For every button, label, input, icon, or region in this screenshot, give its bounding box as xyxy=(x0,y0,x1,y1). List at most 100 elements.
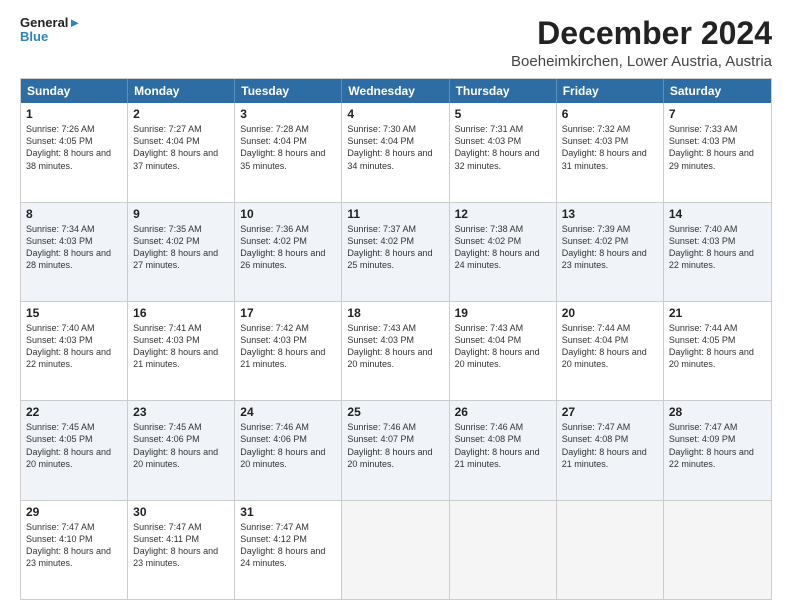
day-number: 19 xyxy=(455,306,551,320)
calendar-header: SundayMondayTuesdayWednesdayThursdayFrid… xyxy=(21,79,771,103)
main-title: December 2024 xyxy=(511,16,772,51)
calendar-row: 15 Sunrise: 7:40 AM Sunset: 4:03 PM Dayl… xyxy=(21,301,771,400)
calendar-header-day: Monday xyxy=(128,79,235,103)
cell-info: Sunrise: 7:43 AM Sunset: 4:03 PM Dayligh… xyxy=(347,322,443,371)
calendar-cell: 28 Sunrise: 7:47 AM Sunset: 4:09 PM Dayl… xyxy=(664,401,771,499)
day-number: 22 xyxy=(26,405,122,419)
day-number: 23 xyxy=(133,405,229,419)
cell-info: Sunrise: 7:47 AM Sunset: 4:09 PM Dayligh… xyxy=(669,421,766,470)
day-number: 25 xyxy=(347,405,443,419)
cell-info: Sunrise: 7:31 AM Sunset: 4:03 PM Dayligh… xyxy=(455,123,551,172)
calendar-header-day: Saturday xyxy=(664,79,771,103)
calendar-cell: 24 Sunrise: 7:46 AM Sunset: 4:06 PM Dayl… xyxy=(235,401,342,499)
day-number: 15 xyxy=(26,306,122,320)
calendar-header-day: Thursday xyxy=(450,79,557,103)
day-number: 31 xyxy=(240,505,336,519)
cell-info: Sunrise: 7:32 AM Sunset: 4:03 PM Dayligh… xyxy=(562,123,658,172)
cell-info: Sunrise: 7:45 AM Sunset: 4:06 PM Dayligh… xyxy=(133,421,229,470)
calendar-cell: 9 Sunrise: 7:35 AM Sunset: 4:02 PM Dayli… xyxy=(128,203,235,301)
calendar-cell: 17 Sunrise: 7:42 AM Sunset: 4:03 PM Dayl… xyxy=(235,302,342,400)
cell-info: Sunrise: 7:33 AM Sunset: 4:03 PM Dayligh… xyxy=(669,123,766,172)
calendar-cell: 15 Sunrise: 7:40 AM Sunset: 4:03 PM Dayl… xyxy=(21,302,128,400)
cell-info: Sunrise: 7:44 AM Sunset: 4:04 PM Dayligh… xyxy=(562,322,658,371)
cell-info: Sunrise: 7:37 AM Sunset: 4:02 PM Dayligh… xyxy=(347,223,443,272)
day-number: 14 xyxy=(669,207,766,221)
calendar-cell: 26 Sunrise: 7:46 AM Sunset: 4:08 PM Dayl… xyxy=(450,401,557,499)
cell-info: Sunrise: 7:40 AM Sunset: 4:03 PM Dayligh… xyxy=(26,322,122,371)
day-number: 11 xyxy=(347,207,443,221)
calendar-row: 1 Sunrise: 7:26 AM Sunset: 4:05 PM Dayli… xyxy=(21,103,771,201)
calendar-header-day: Wednesday xyxy=(342,79,449,103)
calendar-cell: 6 Sunrise: 7:32 AM Sunset: 4:03 PM Dayli… xyxy=(557,103,664,201)
cell-info: Sunrise: 7:41 AM Sunset: 4:03 PM Dayligh… xyxy=(133,322,229,371)
calendar-cell xyxy=(557,501,664,599)
logo-blue: Blue xyxy=(20,30,81,44)
calendar-cell: 13 Sunrise: 7:39 AM Sunset: 4:02 PM Dayl… xyxy=(557,203,664,301)
subtitle: Boeheimkirchen, Lower Austria, Austria xyxy=(511,53,772,70)
cell-info: Sunrise: 7:26 AM Sunset: 4:05 PM Dayligh… xyxy=(26,123,122,172)
calendar-cell: 21 Sunrise: 7:44 AM Sunset: 4:05 PM Dayl… xyxy=(664,302,771,400)
calendar-cell: 5 Sunrise: 7:31 AM Sunset: 4:03 PM Dayli… xyxy=(450,103,557,201)
cell-info: Sunrise: 7:27 AM Sunset: 4:04 PM Dayligh… xyxy=(133,123,229,172)
calendar-cell: 7 Sunrise: 7:33 AM Sunset: 4:03 PM Dayli… xyxy=(664,103,771,201)
header: General► Blue December 2024 Boeheimkirch… xyxy=(20,16,772,70)
calendar-cell xyxy=(342,501,449,599)
cell-info: Sunrise: 7:44 AM Sunset: 4:05 PM Dayligh… xyxy=(669,322,766,371)
calendar-cell: 30 Sunrise: 7:47 AM Sunset: 4:11 PM Dayl… xyxy=(128,501,235,599)
calendar-cell: 11 Sunrise: 7:37 AM Sunset: 4:02 PM Dayl… xyxy=(342,203,449,301)
cell-info: Sunrise: 7:46 AM Sunset: 4:06 PM Dayligh… xyxy=(240,421,336,470)
calendar-cell: 12 Sunrise: 7:38 AM Sunset: 4:02 PM Dayl… xyxy=(450,203,557,301)
day-number: 24 xyxy=(240,405,336,419)
calendar-header-day: Friday xyxy=(557,79,664,103)
day-number: 8 xyxy=(26,207,122,221)
day-number: 21 xyxy=(669,306,766,320)
cell-info: Sunrise: 7:47 AM Sunset: 4:10 PM Dayligh… xyxy=(26,521,122,570)
cell-info: Sunrise: 7:42 AM Sunset: 4:03 PM Dayligh… xyxy=(240,322,336,371)
cell-info: Sunrise: 7:45 AM Sunset: 4:05 PM Dayligh… xyxy=(26,421,122,470)
calendar-cell: 14 Sunrise: 7:40 AM Sunset: 4:03 PM Dayl… xyxy=(664,203,771,301)
cell-info: Sunrise: 7:46 AM Sunset: 4:08 PM Dayligh… xyxy=(455,421,551,470)
calendar-body: 1 Sunrise: 7:26 AM Sunset: 4:05 PM Dayli… xyxy=(21,103,771,599)
day-number: 16 xyxy=(133,306,229,320)
day-number: 26 xyxy=(455,405,551,419)
calendar-cell: 29 Sunrise: 7:47 AM Sunset: 4:10 PM Dayl… xyxy=(21,501,128,599)
cell-info: Sunrise: 7:38 AM Sunset: 4:02 PM Dayligh… xyxy=(455,223,551,272)
logo: General► Blue xyxy=(20,16,81,45)
calendar-cell: 3 Sunrise: 7:28 AM Sunset: 4:04 PM Dayli… xyxy=(235,103,342,201)
calendar-cell: 4 Sunrise: 7:30 AM Sunset: 4:04 PM Dayli… xyxy=(342,103,449,201)
day-number: 12 xyxy=(455,207,551,221)
day-number: 2 xyxy=(133,107,229,121)
cell-info: Sunrise: 7:47 AM Sunset: 4:08 PM Dayligh… xyxy=(562,421,658,470)
day-number: 1 xyxy=(26,107,122,121)
cell-info: Sunrise: 7:40 AM Sunset: 4:03 PM Dayligh… xyxy=(669,223,766,272)
day-number: 4 xyxy=(347,107,443,121)
day-number: 17 xyxy=(240,306,336,320)
calendar-cell: 18 Sunrise: 7:43 AM Sunset: 4:03 PM Dayl… xyxy=(342,302,449,400)
calendar-cell: 22 Sunrise: 7:45 AM Sunset: 4:05 PM Dayl… xyxy=(21,401,128,499)
calendar-cell: 31 Sunrise: 7:47 AM Sunset: 4:12 PM Dayl… xyxy=(235,501,342,599)
day-number: 7 xyxy=(669,107,766,121)
calendar-cell: 2 Sunrise: 7:27 AM Sunset: 4:04 PM Dayli… xyxy=(128,103,235,201)
logo-general: General► xyxy=(20,16,81,30)
day-number: 5 xyxy=(455,107,551,121)
calendar-row: 22 Sunrise: 7:45 AM Sunset: 4:05 PM Dayl… xyxy=(21,400,771,499)
day-number: 28 xyxy=(669,405,766,419)
cell-info: Sunrise: 7:35 AM Sunset: 4:02 PM Dayligh… xyxy=(133,223,229,272)
calendar-header-day: Sunday xyxy=(21,79,128,103)
day-number: 3 xyxy=(240,107,336,121)
calendar-cell xyxy=(664,501,771,599)
calendar-cell: 27 Sunrise: 7:47 AM Sunset: 4:08 PM Dayl… xyxy=(557,401,664,499)
calendar-cell: 23 Sunrise: 7:45 AM Sunset: 4:06 PM Dayl… xyxy=(128,401,235,499)
cell-info: Sunrise: 7:43 AM Sunset: 4:04 PM Dayligh… xyxy=(455,322,551,371)
day-number: 10 xyxy=(240,207,336,221)
calendar-cell: 19 Sunrise: 7:43 AM Sunset: 4:04 PM Dayl… xyxy=(450,302,557,400)
cell-info: Sunrise: 7:47 AM Sunset: 4:12 PM Dayligh… xyxy=(240,521,336,570)
cell-info: Sunrise: 7:28 AM Sunset: 4:04 PM Dayligh… xyxy=(240,123,336,172)
day-number: 9 xyxy=(133,207,229,221)
calendar-cell: 10 Sunrise: 7:36 AM Sunset: 4:02 PM Dayl… xyxy=(235,203,342,301)
cell-info: Sunrise: 7:30 AM Sunset: 4:04 PM Dayligh… xyxy=(347,123,443,172)
cell-info: Sunrise: 7:47 AM Sunset: 4:11 PM Dayligh… xyxy=(133,521,229,570)
calendar-cell: 20 Sunrise: 7:44 AM Sunset: 4:04 PM Dayl… xyxy=(557,302,664,400)
cell-info: Sunrise: 7:34 AM Sunset: 4:03 PM Dayligh… xyxy=(26,223,122,272)
day-number: 29 xyxy=(26,505,122,519)
